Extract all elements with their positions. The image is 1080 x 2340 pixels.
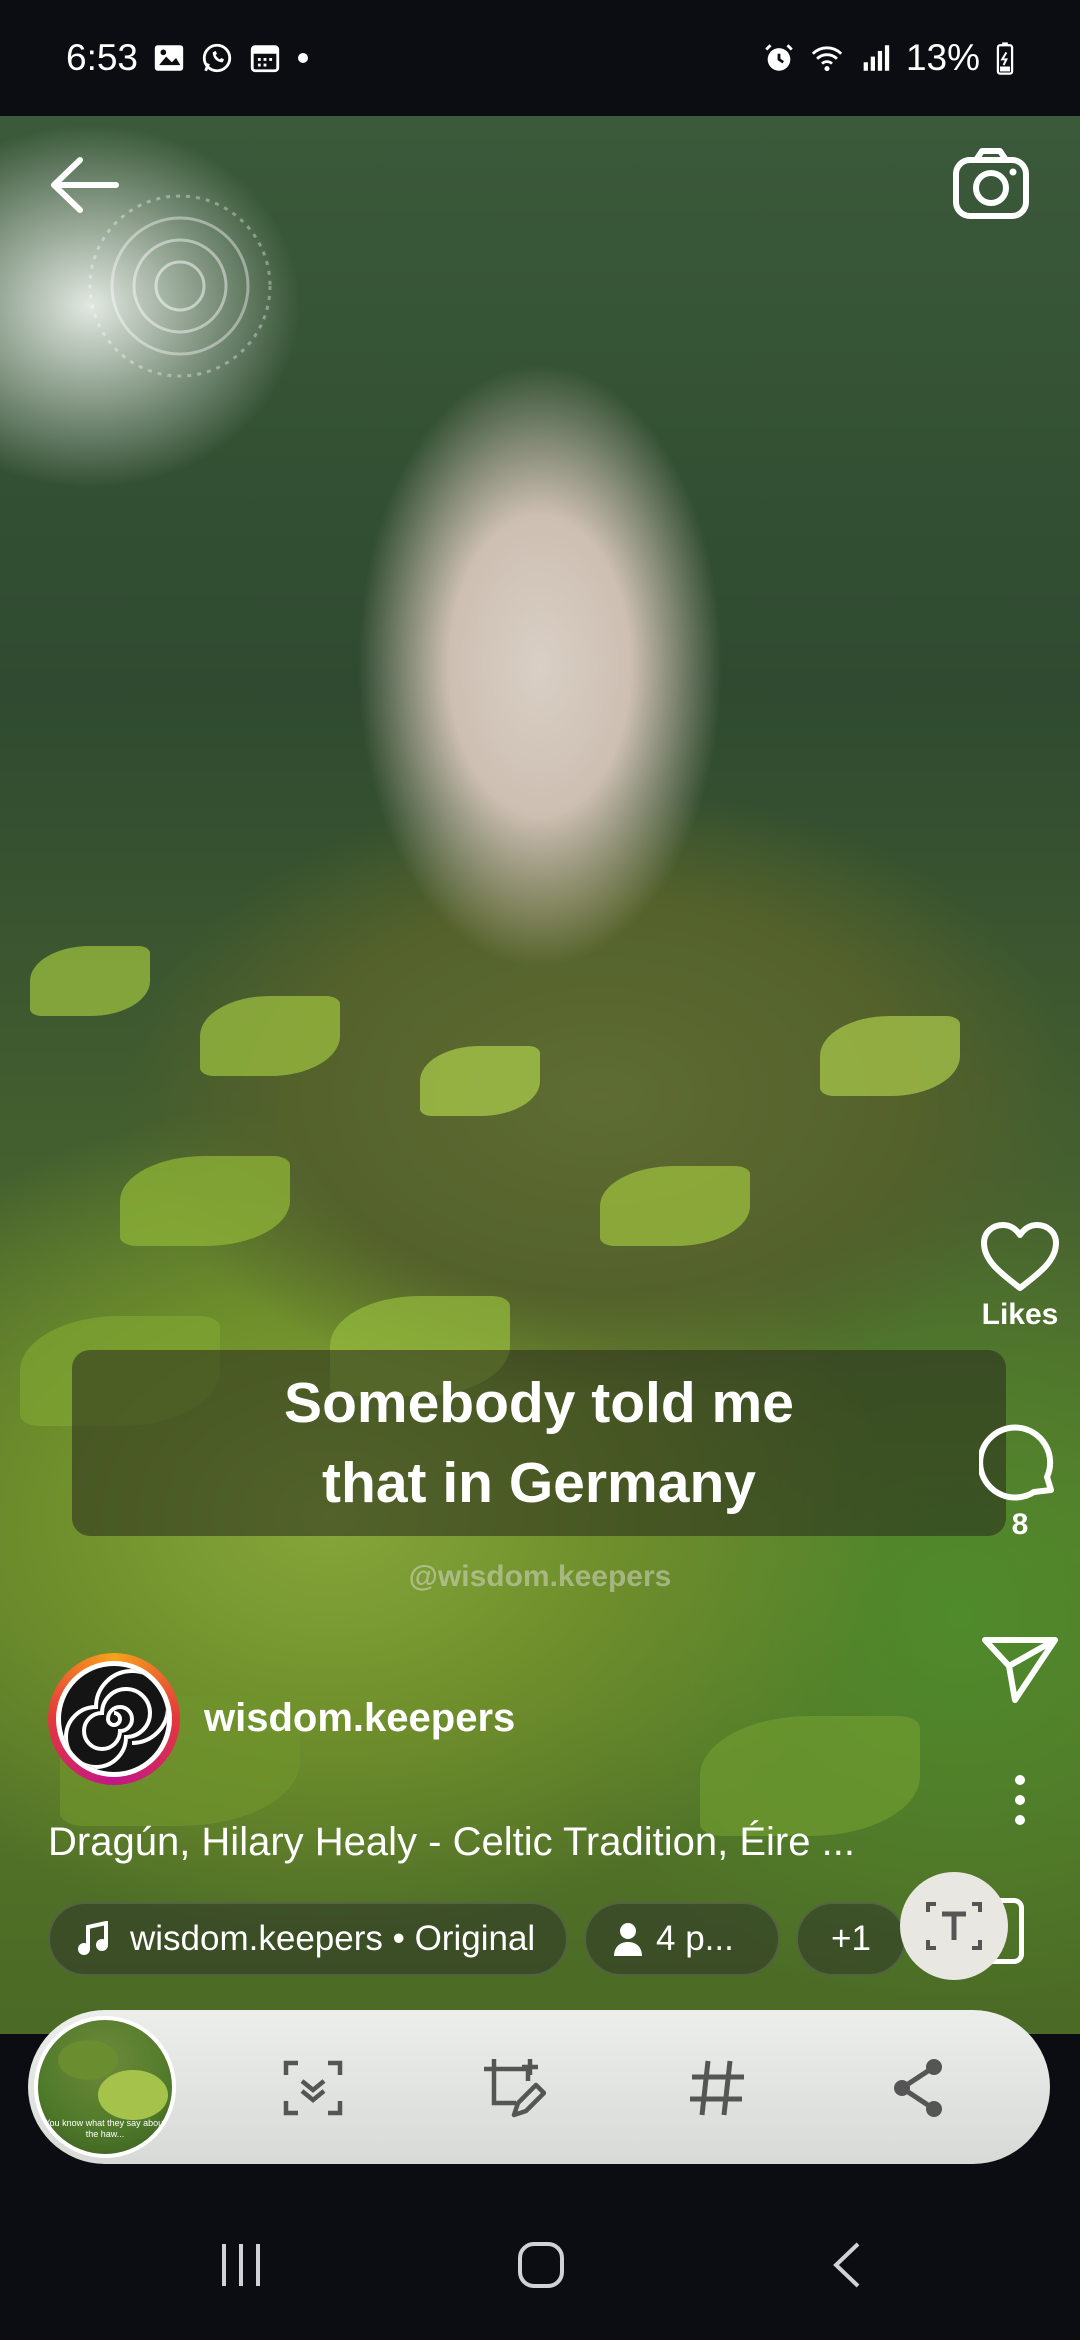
person-icon <box>614 1923 642 1956</box>
dot-icon <box>298 53 309 63</box>
text-select-icon <box>926 1902 982 1950</box>
send-icon <box>982 1637 1058 1703</box>
more-tags-label: +1 <box>831 1919 871 1958</box>
wifi-icon <box>811 46 843 72</box>
send-button[interactable] <box>970 1632 1070 1706</box>
share-icon[interactable] <box>886 2055 952 2121</box>
home-icon[interactable] <box>516 2240 566 2290</box>
video-watermark: @wisdom.keepers <box>408 1560 672 1593</box>
scan-text-icon[interactable] <box>280 2055 346 2121</box>
video-caption: Somebody told me that in Germany <box>72 1350 1006 1536</box>
camera-icon[interactable] <box>950 146 1032 222</box>
status-bar: 6:53 13% <box>0 0 1080 116</box>
foliage-decoration <box>820 1016 960 1096</box>
capture-thumbnail[interactable]: You know what they say about the haw... <box>34 2016 176 2158</box>
foliage-decoration <box>120 1156 290 1246</box>
foliage-decoration <box>700 1716 920 1836</box>
people-tag-chip[interactable]: 4 p... <box>584 1902 780 1976</box>
alarm-icon <box>765 44 793 71</box>
thumbnail-text: You know what they say about the haw... <box>44 2118 166 2139</box>
back-icon[interactable] <box>828 2240 868 2290</box>
username[interactable]: wisdom.keepers <box>204 1696 515 1741</box>
comments-count: 8 <box>1011 1508 1029 1541</box>
whatsapp-icon <box>202 43 232 73</box>
comment-button[interactable]: 8 <box>970 1422 1070 1542</box>
heart-icon <box>981 1222 1059 1291</box>
back-arrow-icon[interactable] <box>44 150 126 220</box>
caption-line-1: Somebody told me <box>284 1371 794 1435</box>
foliage-decoration <box>30 946 150 1016</box>
foliage-decoration <box>200 996 340 1076</box>
people-label: 4 p... <box>656 1919 734 1958</box>
gallery-icon <box>154 45 184 71</box>
comment-icon <box>979 1424 1054 1501</box>
status-bar-left: 6:53 <box>66 37 310 79</box>
smart-select-toolbar: You know what they say about the haw... <box>28 2010 1050 2164</box>
battery-percent: 13% <box>905 37 980 78</box>
more-tags-chip[interactable]: +1 <box>796 1902 906 1976</box>
post-description[interactable]: Dragún, Hilary Healy - Celtic Tradition,… <box>48 1820 855 1865</box>
audio-chip[interactable]: wisdom.keepers • Original <box>48 1902 568 1976</box>
calendar-icon <box>250 45 280 73</box>
profile-avatar[interactable] <box>48 1653 180 1785</box>
hashtag-icon[interactable] <box>684 2055 750 2121</box>
spiral-avatar-icon <box>64 1669 167 1769</box>
recents-icon[interactable] <box>216 2240 266 2290</box>
foliage-decoration <box>600 1166 750 1246</box>
music-note-icon <box>78 1921 108 1955</box>
status-bar-right: 13% <box>762 37 1016 79</box>
signal-icon <box>863 45 890 71</box>
extract-text-button[interactable] <box>900 1872 1008 1980</box>
likes-label: Likes <box>981 1298 1059 1331</box>
crop-edit-icon[interactable] <box>480 2055 546 2121</box>
audio-label: wisdom.keepers • Original <box>130 1919 536 1958</box>
more-options-button[interactable] <box>970 1772 1070 1828</box>
battery-icon <box>996 42 1014 75</box>
like-button[interactable]: Likes <box>970 1220 1070 1332</box>
more-vertical-icon <box>1015 1775 1025 1825</box>
caption-line-2: that in Germany <box>322 1451 756 1515</box>
foliage-decoration <box>420 1046 540 1116</box>
status-time: 6:53 <box>66 37 139 78</box>
